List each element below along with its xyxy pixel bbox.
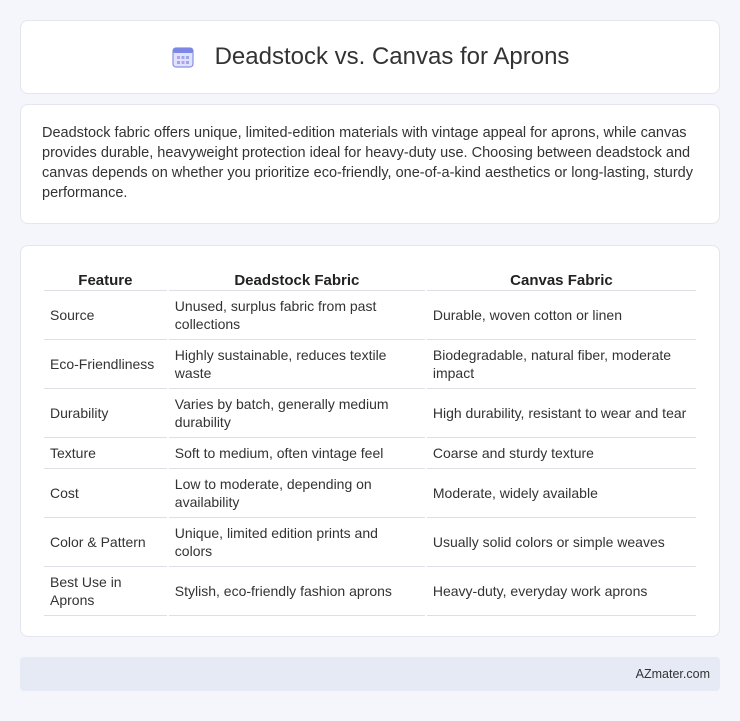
page-title: Deadstock vs. Canvas for Aprons (214, 43, 570, 70)
deadstock-cell: Unique, limited edition prints and color… (168, 518, 425, 567)
canvas-cell: Usually solid colors or simple weaves (426, 518, 696, 567)
title-wrap: Deadstock vs. Canvas for Aprons (171, 43, 570, 71)
table-header-row: Feature Deadstock Fabric Canvas Fabric (44, 264, 696, 291)
feature-cell: Source (44, 291, 167, 340)
deadstock-cell: Soft to medium, often vintage feel (168, 438, 425, 469)
deadstock-cell: Stylish, eco-friendly fashion aprons (168, 567, 425, 616)
table-row: Best Use in Aprons Stylish, eco-friendly… (44, 567, 696, 616)
canvas-cell: Durable, woven cotton or linen (426, 291, 696, 340)
comparison-table: Feature Deadstock Fabric Canvas Fabric S… (42, 264, 698, 616)
title-card: Deadstock vs. Canvas for Aprons (20, 20, 720, 94)
column-header-feature: Feature (44, 264, 167, 291)
canvas-cell: Biodegradable, natural fiber, moderate i… (426, 340, 696, 389)
table-row: Durability Varies by batch, generally me… (44, 389, 696, 438)
comparison-table-card: Feature Deadstock Fabric Canvas Fabric S… (20, 245, 720, 637)
column-header-canvas: Canvas Fabric (426, 264, 696, 291)
column-header-deadstock: Deadstock Fabric (168, 264, 425, 291)
deadstock-cell: Highly sustainable, reduces textile wast… (168, 340, 425, 389)
footer-bar: AZmater.com (20, 657, 720, 691)
feature-cell: Color & Pattern (44, 518, 167, 567)
calendar-icon (171, 45, 195, 69)
footer-site-name: AZmater.com (635, 667, 710, 681)
table-row: Color & Pattern Unique, limited edition … (44, 518, 696, 567)
canvas-cell: Heavy-duty, everyday work aprons (426, 567, 696, 616)
feature-cell: Eco-Friendliness (44, 340, 167, 389)
feature-cell: Texture (44, 438, 167, 469)
table-row: Eco-Friendliness Highly sustainable, red… (44, 340, 696, 389)
deadstock-cell: Varies by batch, generally medium durabi… (168, 389, 425, 438)
table-row: Source Unused, surplus fabric from past … (44, 291, 696, 340)
feature-cell: Cost (44, 469, 167, 518)
canvas-cell: Moderate, widely available (426, 469, 696, 518)
canvas-cell: Coarse and sturdy texture (426, 438, 696, 469)
deadstock-cell: Unused, surplus fabric from past collect… (168, 291, 425, 340)
canvas-cell: High durability, resistant to wear and t… (426, 389, 696, 438)
intro-paragraph: Deadstock fabric offers unique, limited-… (42, 125, 693, 201)
intro-card: Deadstock fabric offers unique, limited-… (20, 104, 720, 224)
deadstock-cell: Low to moderate, depending on availabili… (168, 469, 425, 518)
feature-cell: Best Use in Aprons (44, 567, 167, 616)
table-row: Cost Low to moderate, depending on avail… (44, 469, 696, 518)
table-row: Texture Soft to medium, often vintage fe… (44, 438, 696, 469)
feature-cell: Durability (44, 389, 167, 438)
